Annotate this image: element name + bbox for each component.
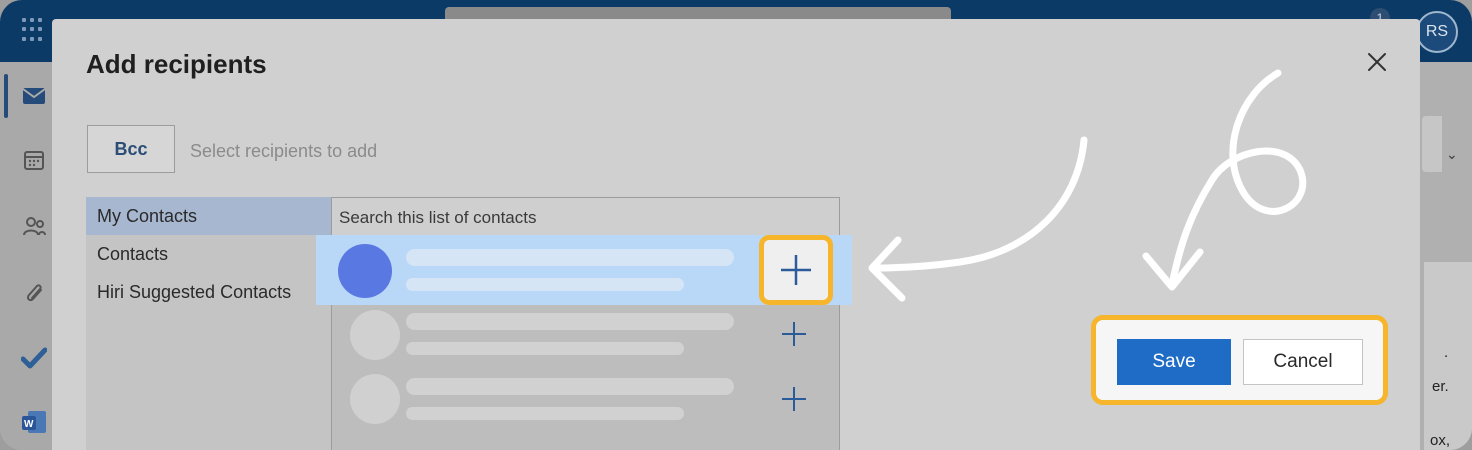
save-button[interactable]: Save xyxy=(1117,339,1231,385)
contact-name-placeholder xyxy=(406,378,734,395)
recipients-input[interactable]: Select recipients to add xyxy=(190,137,690,165)
reading-pane-dropdown[interactable] xyxy=(1422,116,1442,172)
contact-avatar xyxy=(350,310,400,360)
mail-icon[interactable] xyxy=(20,82,48,110)
contact-email-placeholder xyxy=(406,278,684,291)
contact-avatar xyxy=(350,374,400,424)
people-icon[interactable] xyxy=(20,212,48,240)
add-contact-button[interactable] xyxy=(759,235,833,305)
screenshot-frame: 1 RS W ⌄ . er. ox, Add recipients Bcc Se… xyxy=(0,0,1472,450)
word-icon[interactable]: W xyxy=(20,408,48,436)
contact-list-selector: My Contacts Contacts Hiri Suggested Cont… xyxy=(86,197,331,450)
plus-icon xyxy=(782,322,806,346)
chevron-down-icon[interactable]: ⌄ xyxy=(1446,146,1458,163)
close-icon[interactable] xyxy=(1364,49,1390,75)
list-item-contacts[interactable]: Contacts xyxy=(86,235,331,273)
contact-avatar xyxy=(338,244,392,298)
dialog-actions-highlight: Save Cancel xyxy=(1091,315,1388,405)
list-item-my-contacts[interactable]: My Contacts xyxy=(86,197,331,235)
contact-email-placeholder xyxy=(406,342,684,355)
contact-name-placeholder xyxy=(406,313,734,330)
plus-icon xyxy=(781,255,811,285)
contact-email-placeholder xyxy=(406,407,684,420)
contact-name-placeholder xyxy=(406,249,734,266)
reading-pane-text-2: er. xyxy=(1432,378,1449,395)
add-contact-button[interactable] xyxy=(780,320,808,348)
attachment-icon[interactable] xyxy=(20,278,48,306)
contacts-search-input[interactable]: Search this list of contacts xyxy=(332,198,839,236)
dialog-title: Add recipients xyxy=(86,49,267,79)
reading-pane-text-1: . xyxy=(1444,344,1449,361)
calendar-icon[interactable] xyxy=(20,146,48,174)
reading-pane-text-3: ox, xyxy=(1430,432,1451,449)
add-contact-button[interactable] xyxy=(780,385,808,413)
list-item-hiri-suggested-contacts[interactable]: Hiri Suggested Contacts xyxy=(86,273,331,311)
bcc-button[interactable]: Bcc xyxy=(87,125,175,173)
cancel-button[interactable]: Cancel xyxy=(1243,339,1363,385)
add-recipients-dialog: Add recipients Bcc Select recipients to … xyxy=(52,19,1420,450)
user-avatar[interactable]: RS xyxy=(1416,11,1458,53)
rail-active-indicator xyxy=(4,74,8,118)
plus-icon xyxy=(782,387,806,411)
app-launcher-icon[interactable] xyxy=(22,18,46,42)
todo-check-icon[interactable] xyxy=(20,344,48,372)
svg-text:W: W xyxy=(24,419,34,430)
